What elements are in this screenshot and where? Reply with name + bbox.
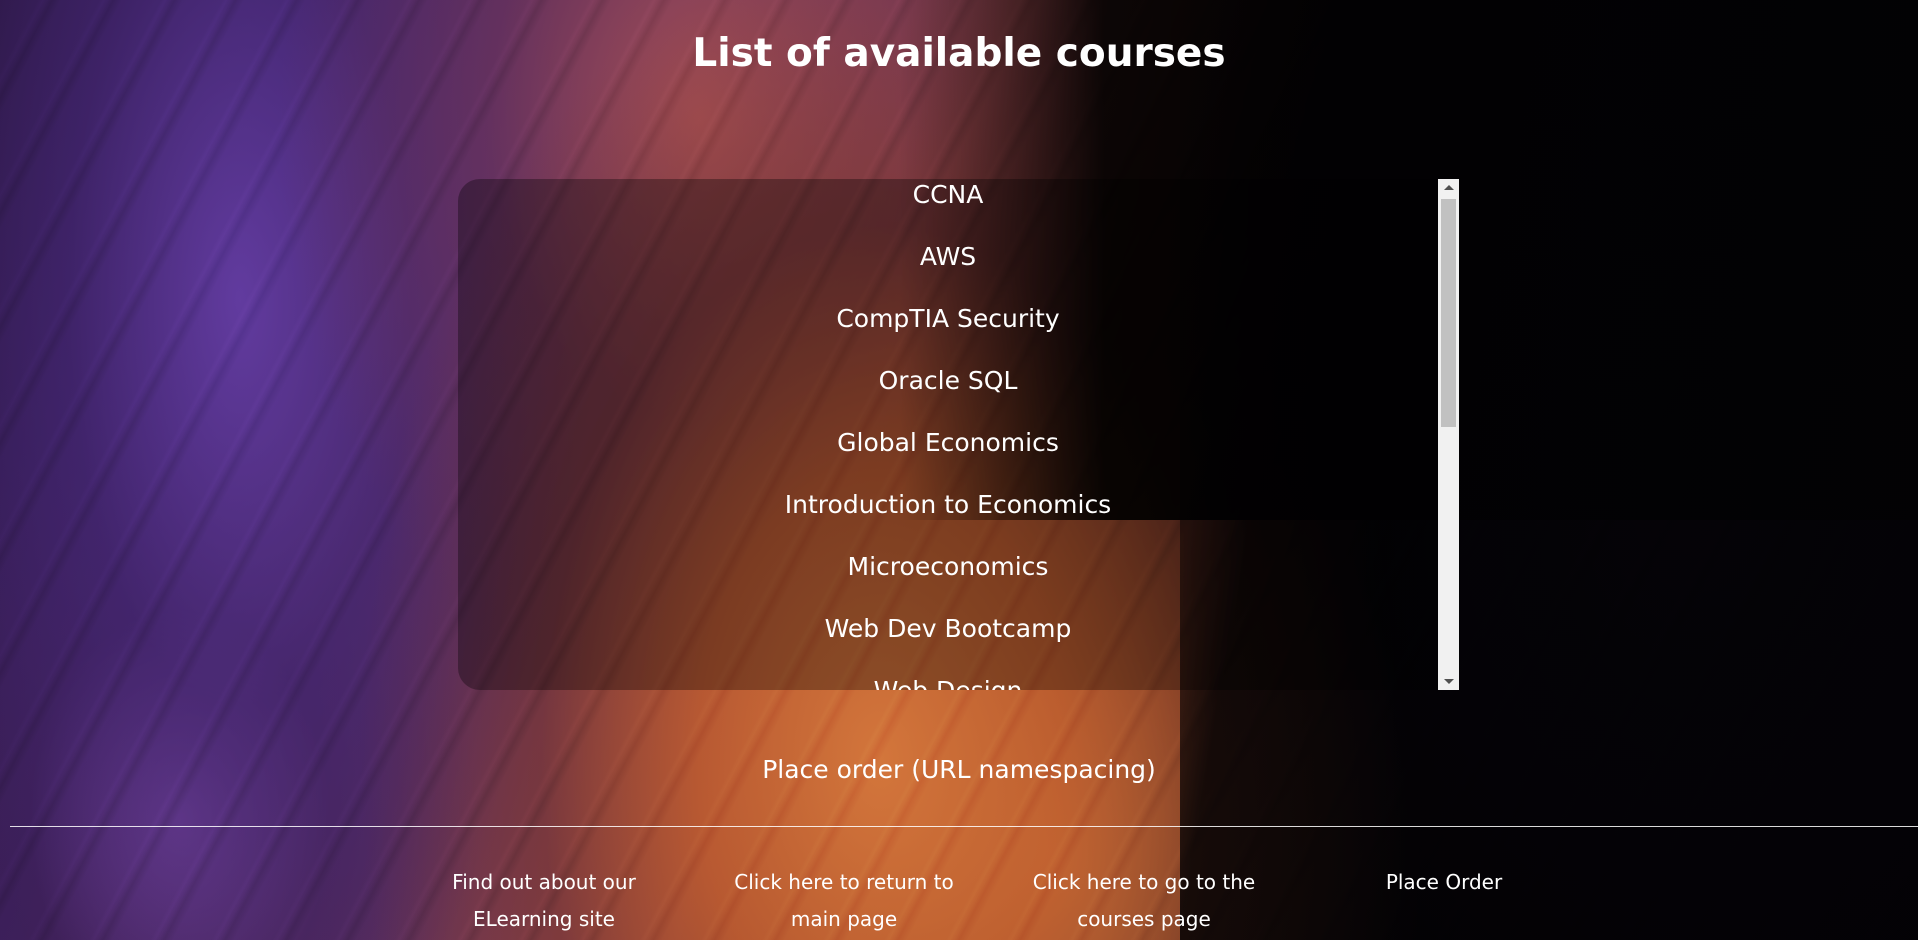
course-item-aws[interactable]: AWS: [458, 241, 1438, 303]
course-item-global-economics[interactable]: Global Economics: [458, 427, 1438, 489]
course-list: CCNA AWS CompTIA Security Oracle SQL Glo…: [458, 179, 1438, 690]
chevron-up-icon: [1443, 185, 1454, 190]
course-item-web-design[interactable]: Web Design: [458, 675, 1438, 690]
course-item-microeconomics[interactable]: Microeconomics: [458, 551, 1438, 613]
chevron-down-icon: [1443, 679, 1454, 684]
footer-link-about[interactable]: Find out about our ELearning site: [424, 864, 664, 938]
place-order-link[interactable]: Place order (URL namespacing): [0, 752, 1918, 788]
footer-link-place-order[interactable]: Place Order: [1324, 864, 1564, 901]
scroll-down-arrow[interactable]: [1438, 673, 1459, 690]
course-item-ccna[interactable]: CCNA: [458, 179, 1438, 241]
course-item-web-dev-bootcamp[interactable]: Web Dev Bootcamp: [458, 613, 1438, 675]
page-title: List of available courses: [692, 31, 1226, 76]
course-list-panel[interactable]: CCNA AWS CompTIA Security Oracle SQL Glo…: [458, 179, 1460, 690]
course-list-scrollbar[interactable]: [1438, 179, 1459, 690]
course-item-comptia-security[interactable]: CompTIA Security: [458, 303, 1438, 365]
footer-link-courses-page[interactable]: Click here to go to the courses page: [1024, 864, 1264, 938]
footer-divider: [10, 826, 1918, 827]
scroll-up-arrow[interactable]: [1438, 179, 1459, 196]
footer-link-main-page[interactable]: Click here to return to main page: [724, 864, 964, 938]
course-item-oracle-sql[interactable]: Oracle SQL: [458, 365, 1438, 427]
course-item-introduction-to-economics[interactable]: Introduction to Economics: [458, 489, 1438, 551]
scroll-thumb[interactable]: [1441, 199, 1456, 427]
